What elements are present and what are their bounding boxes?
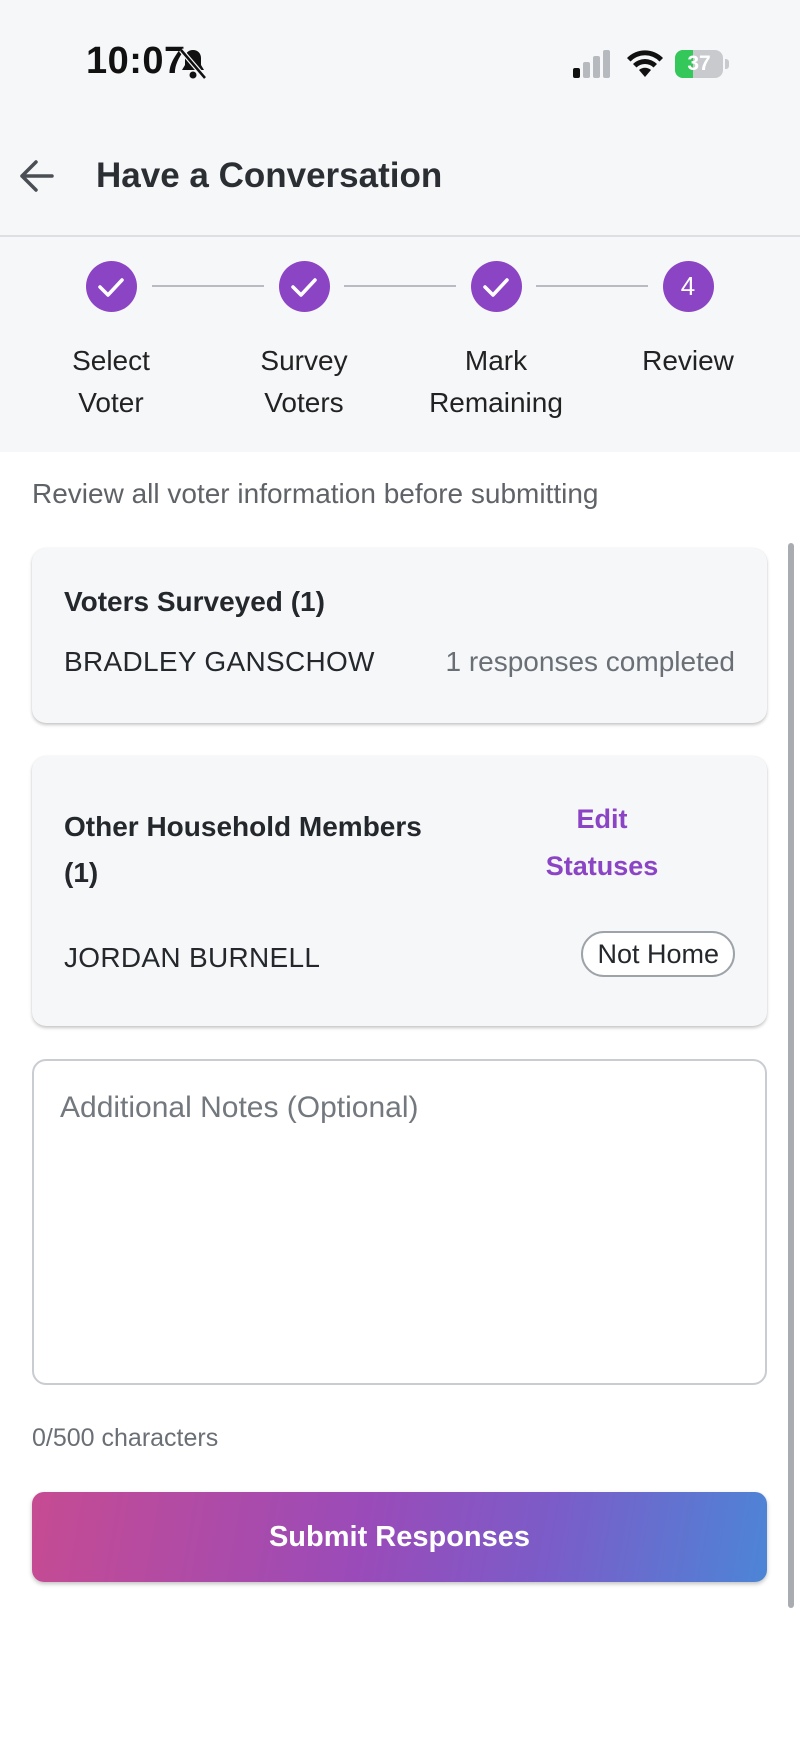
status-bar: 10:07 37 xyxy=(0,0,800,120)
card-title: Voters Surveyed (1) xyxy=(64,586,325,617)
step-label: Select Voter xyxy=(72,345,150,418)
wifi-icon xyxy=(627,50,663,77)
household-members-card: Other Household Members (1) Edit Statuse… xyxy=(32,756,767,1026)
step-label: Mark Remaining xyxy=(429,345,563,418)
signal-icon xyxy=(573,50,610,78)
clock: 10:07 xyxy=(86,40,186,82)
responses-status: 1 responses completed xyxy=(445,646,735,677)
voter-name: BRADLEY GANSCHOW xyxy=(64,646,375,677)
step-number: 4 xyxy=(662,261,714,312)
notes-field-wrapper xyxy=(32,1059,767,1385)
check-icon xyxy=(470,261,522,312)
step-label: Survey Voters xyxy=(260,345,348,418)
battery-charging-icon: 37 xyxy=(675,50,729,78)
member-name: JORDAN BURNELL xyxy=(64,942,321,973)
page-title: Have a Conversation xyxy=(96,156,443,195)
step-label: Review xyxy=(642,345,734,376)
progress-stepper: Select Voter Survey Voters Mark Remainin… xyxy=(0,237,800,452)
step-survey-voters: Survey Voters xyxy=(209,261,399,424)
submit-responses-button[interactable]: Submit Responses xyxy=(32,1492,767,1582)
additional-notes-input[interactable] xyxy=(34,1061,765,1383)
bell-slash-icon xyxy=(179,48,207,80)
status-badge[interactable]: Not Home xyxy=(581,931,735,977)
card-title: Other Household Members (1) xyxy=(64,811,422,888)
check-icon xyxy=(85,261,137,312)
step-review: 4 Review xyxy=(593,261,783,382)
step-select-voter: Select Voter xyxy=(16,261,206,424)
voters-surveyed-card: Voters Surveyed (1) BRADLEY GANSCHOW 1 r… xyxy=(32,548,767,723)
scrollbar[interactable] xyxy=(788,543,794,1608)
arrow-left-icon[interactable] xyxy=(14,154,58,198)
edit-statuses-button[interactable]: Edit Statuses xyxy=(537,796,667,890)
battery-level: 37 xyxy=(687,52,711,75)
step-mark-remaining: Mark Remaining xyxy=(401,261,591,424)
app-header: Have a Conversation xyxy=(0,120,800,237)
check-icon xyxy=(278,261,330,312)
character-count: 0/500 characters xyxy=(32,1424,219,1452)
review-instruction: Review all voter information before subm… xyxy=(32,478,599,509)
